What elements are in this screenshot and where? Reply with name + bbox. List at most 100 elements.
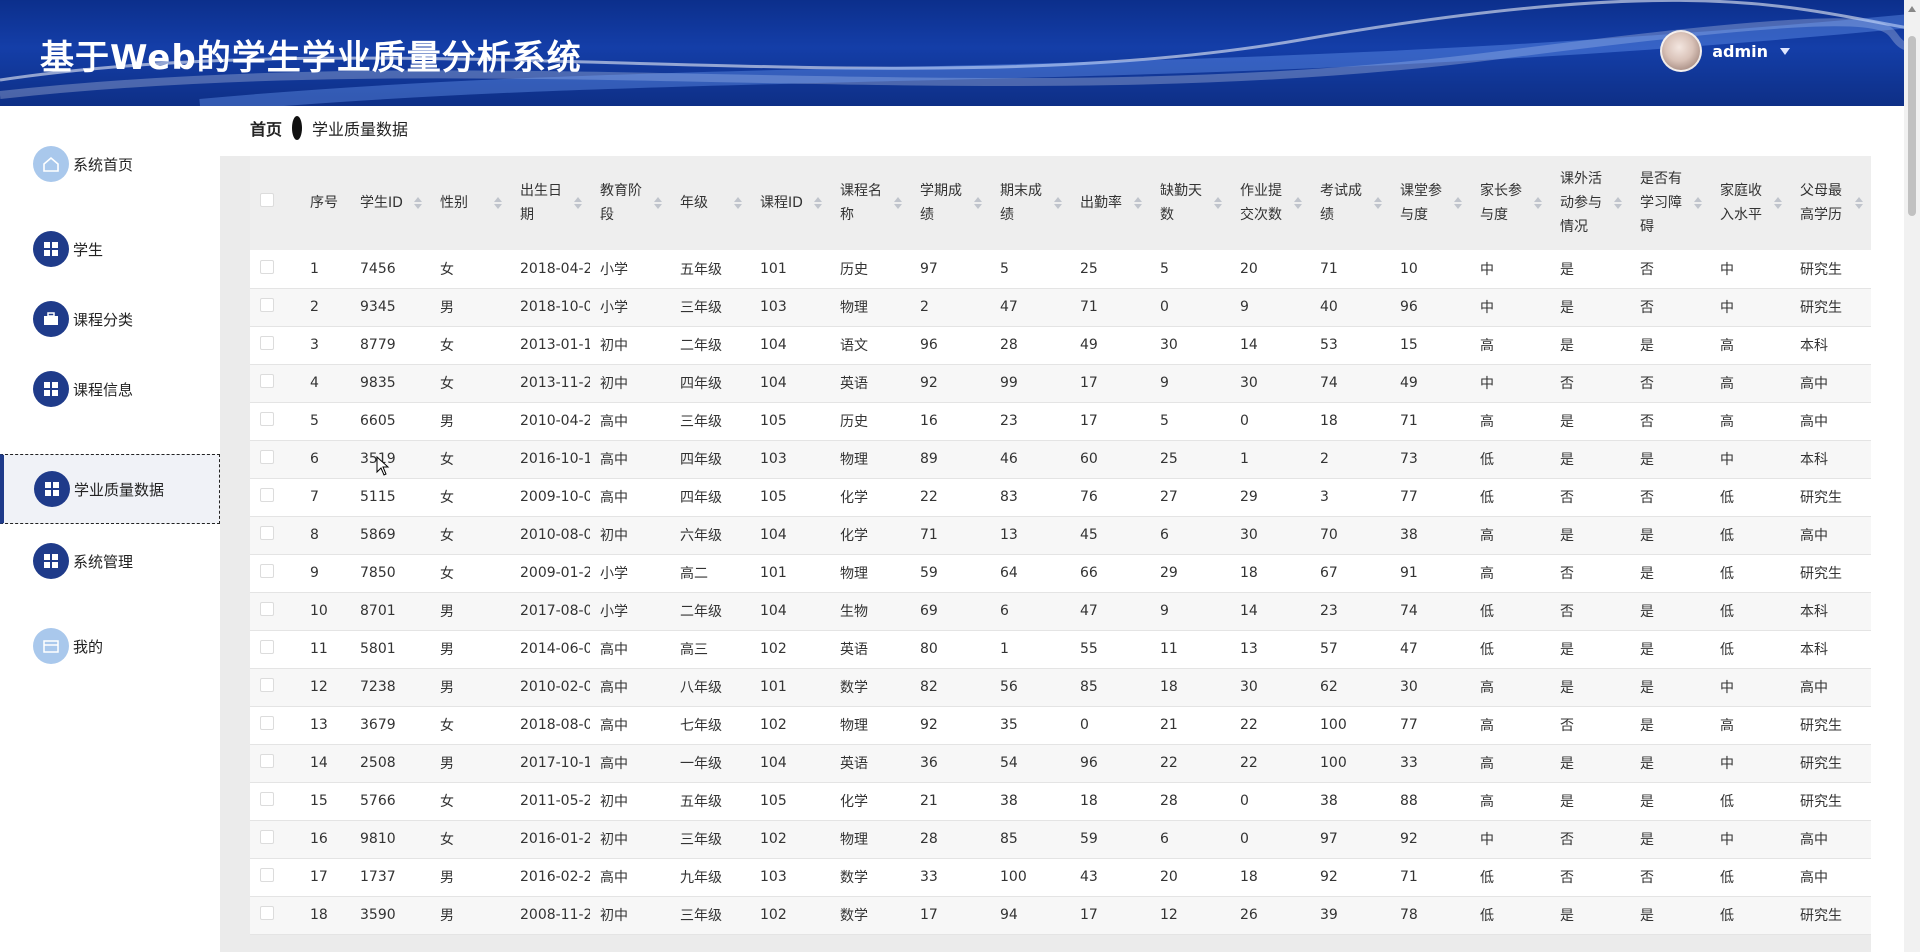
table-row[interactable]: 115801男2014-06-09高中高三102英语8015511135747低… bbox=[250, 630, 1871, 669]
table-row[interactable]: 142508男2017-10-15高中一年级104英语3654962222100… bbox=[250, 744, 1871, 783]
row-checkbox[interactable] bbox=[260, 450, 274, 464]
column-header[interactable]: 家庭收入水平 bbox=[1710, 156, 1790, 250]
sort-icon[interactable] bbox=[1294, 197, 1302, 209]
column-header[interactable]: 教育阶段 bbox=[590, 156, 670, 250]
row-checkbox[interactable] bbox=[260, 336, 274, 350]
column-header[interactable]: 学期成绩 bbox=[910, 156, 990, 250]
column-header[interactable]: 缺勤天数 bbox=[1150, 156, 1230, 250]
row-checkbox[interactable] bbox=[260, 830, 274, 844]
row-checkbox-cell[interactable] bbox=[250, 440, 300, 479]
sidebar-item-course-info[interactable]: 课程信息 bbox=[0, 354, 220, 424]
row-checkbox[interactable] bbox=[260, 792, 274, 806]
sort-icon[interactable] bbox=[1694, 197, 1702, 209]
sidebar-item-academic-quality[interactable]: 学业质量数据 bbox=[0, 454, 220, 524]
row-checkbox[interactable] bbox=[260, 602, 274, 616]
table-row[interactable]: 85869女2010-08-04初中六年级104化学7113456307038高… bbox=[250, 516, 1871, 555]
column-header[interactable]: 出生日期 bbox=[510, 156, 590, 250]
sort-icon[interactable] bbox=[1534, 197, 1542, 209]
table-row[interactable]: 127238男2010-02-04高中八年级101数学8256851830623… bbox=[250, 668, 1871, 707]
sidebar-item-home[interactable]: 系统首页 bbox=[0, 129, 220, 199]
row-checkbox-cell[interactable] bbox=[250, 820, 300, 859]
column-header[interactable]: 期末成绩 bbox=[990, 156, 1070, 250]
table-row[interactable]: 97850女2009-01-21小学高二101物理59646629186791高… bbox=[250, 554, 1871, 593]
row-checkbox-cell[interactable] bbox=[250, 896, 300, 935]
breadcrumb-home[interactable]: 首页 bbox=[250, 116, 282, 140]
column-header[interactable]: 家长参与度 bbox=[1470, 156, 1550, 250]
sort-icon[interactable] bbox=[1454, 197, 1462, 209]
row-checkbox[interactable] bbox=[260, 754, 274, 768]
select-all-checkbox[interactable] bbox=[260, 193, 274, 207]
select-all-checkbox-cell[interactable] bbox=[250, 156, 300, 250]
sort-icon[interactable] bbox=[814, 197, 822, 209]
column-header[interactable]: 课程ID bbox=[750, 156, 830, 250]
sort-icon[interactable] bbox=[1054, 197, 1062, 209]
table-row[interactable]: 171737男2016-02-23高中九年级103数学3310043201892… bbox=[250, 858, 1871, 897]
row-checkbox[interactable] bbox=[260, 906, 274, 920]
column-header[interactable]: 是否有学习障碍 bbox=[1630, 156, 1710, 250]
row-checkbox-cell[interactable] bbox=[250, 668, 300, 707]
row-checkbox-cell[interactable] bbox=[250, 858, 300, 897]
table-row[interactable]: 56605男2010-04-20高中三年级105历史162317501871高是… bbox=[250, 402, 1871, 441]
column-header[interactable]: 课堂参与度 bbox=[1390, 156, 1470, 250]
sort-icon[interactable] bbox=[414, 197, 422, 209]
row-checkbox-cell[interactable] bbox=[250, 516, 300, 555]
column-header[interactable]: 考试成绩 bbox=[1310, 156, 1390, 250]
sort-icon[interactable] bbox=[1774, 197, 1782, 209]
row-checkbox-cell[interactable] bbox=[250, 782, 300, 821]
sort-icon[interactable] bbox=[494, 197, 502, 209]
row-checkbox-cell[interactable] bbox=[250, 326, 300, 365]
table-row[interactable]: 155766女2011-05-29初中五年级105化学2138182803888… bbox=[250, 782, 1871, 821]
row-checkbox[interactable] bbox=[260, 298, 274, 312]
row-checkbox[interactable] bbox=[260, 374, 274, 388]
sort-icon[interactable] bbox=[1855, 197, 1863, 209]
row-checkbox-cell[interactable] bbox=[250, 706, 300, 745]
row-checkbox[interactable] bbox=[260, 716, 274, 730]
scrollbar-thumb[interactable] bbox=[1908, 36, 1916, 216]
table-row[interactable]: 38779女2013-01-11初中二年级104语文96284930145315… bbox=[250, 326, 1871, 365]
sort-icon[interactable] bbox=[654, 197, 662, 209]
row-checkbox[interactable] bbox=[260, 678, 274, 692]
column-header[interactable]: 父母最高学历 bbox=[1790, 156, 1871, 250]
row-checkbox[interactable] bbox=[260, 259, 274, 274]
username[interactable]: admin bbox=[1712, 42, 1768, 61]
row-checkbox[interactable] bbox=[260, 640, 274, 654]
row-checkbox-cell[interactable] bbox=[250, 288, 300, 327]
sidebar-item-students[interactable]: 学生 bbox=[0, 214, 220, 284]
column-header[interactable]: 年级 bbox=[670, 156, 750, 250]
sort-icon[interactable] bbox=[1614, 197, 1622, 209]
table-row[interactable]: 75115女2009-10-06高中四年级105化学2283762729377低… bbox=[250, 478, 1871, 517]
sort-icon[interactable] bbox=[974, 197, 982, 209]
table-row[interactable]: 133679女2018-08-04高中七年级102物理9235021221007… bbox=[250, 706, 1871, 745]
caret-down-icon[interactable] bbox=[1780, 47, 1790, 55]
table-row[interactable]: 29345男2018-10-03小学三年级103物理24771094096中是否… bbox=[250, 288, 1871, 327]
row-checkbox-cell[interactable] bbox=[250, 592, 300, 631]
sort-icon[interactable] bbox=[894, 197, 902, 209]
row-checkbox-cell[interactable] bbox=[250, 478, 300, 517]
row-checkbox[interactable] bbox=[260, 526, 274, 540]
row-checkbox-cell[interactable] bbox=[250, 402, 300, 441]
column-header[interactable]: 课程名称 bbox=[830, 156, 910, 250]
column-header[interactable]: 学生ID bbox=[350, 156, 430, 250]
row-checkbox-cell[interactable] bbox=[250, 364, 300, 403]
table-row[interactable]: 108701男2017-08-02小学二年级104生物696479142374低… bbox=[250, 592, 1871, 631]
column-header[interactable]: 课外活动参与情况 bbox=[1550, 156, 1630, 250]
row-checkbox[interactable] bbox=[260, 488, 274, 502]
table-row[interactable]: 17456女2018-04-25小学五年级101历史975255207110中是… bbox=[250, 250, 1871, 289]
avatar[interactable] bbox=[1660, 30, 1703, 72]
row-checkbox[interactable] bbox=[260, 412, 274, 426]
row-checkbox[interactable] bbox=[260, 564, 274, 578]
row-checkbox[interactable] bbox=[260, 868, 274, 882]
table-row[interactable]: 63519女2016-10-17高中四年级103物理894660251273低是… bbox=[250, 440, 1871, 479]
column-header[interactable]: 出勤率 bbox=[1070, 156, 1150, 250]
sort-icon[interactable] bbox=[734, 197, 742, 209]
sort-icon[interactable] bbox=[1374, 197, 1382, 209]
sidebar-item-mine[interactable]: 我的 bbox=[0, 611, 220, 681]
sort-icon[interactable] bbox=[1214, 197, 1222, 209]
sidebar-item-course-category[interactable]: 课程分类 bbox=[0, 284, 220, 354]
column-header[interactable]: 性别 bbox=[430, 156, 510, 250]
sort-icon[interactable] bbox=[1134, 197, 1142, 209]
user-menu[interactable]: admin bbox=[1660, 30, 1790, 72]
table-row[interactable]: 183590男2008-11-25初中三年级102数学1794171226397… bbox=[250, 896, 1871, 935]
table-row[interactable]: 49835女2013-11-27初中四年级104英语9299179307449中… bbox=[250, 364, 1871, 403]
page-scrollbar[interactable] bbox=[1904, 0, 1920, 952]
